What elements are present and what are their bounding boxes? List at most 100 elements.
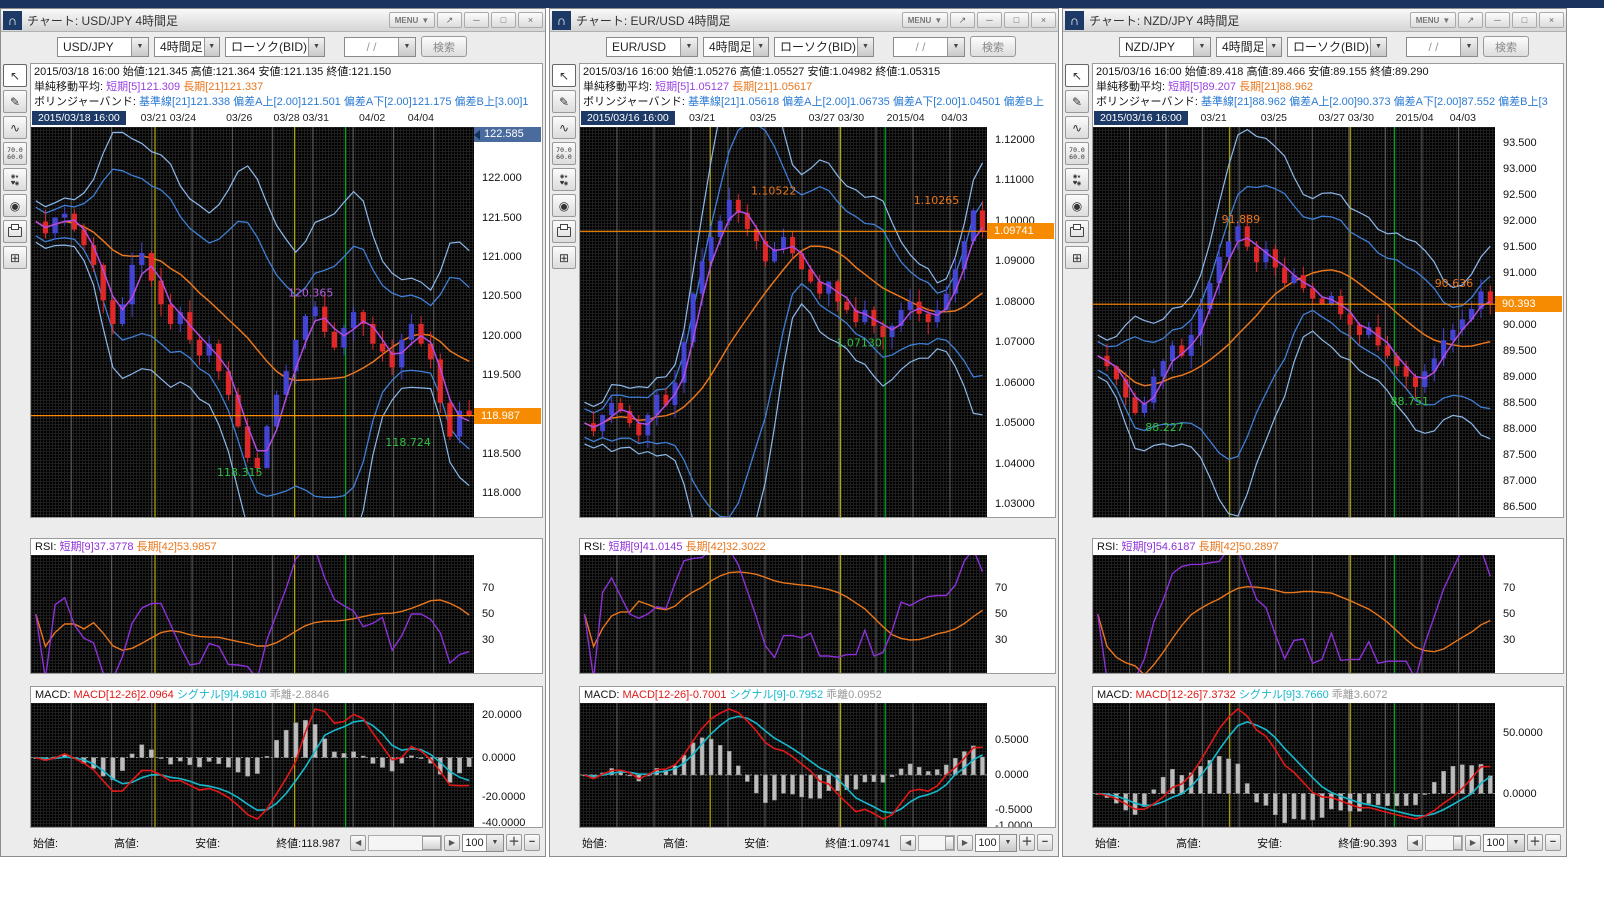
app-logo-icon: ∩ — [552, 11, 571, 30]
macd-chart-plot[interactable] — [1093, 703, 1495, 827]
timeframe-select[interactable]: 4時間足▼ — [1216, 37, 1282, 57]
search-button[interactable]: 検索 — [1483, 36, 1529, 57]
window-titlebar[interactable]: ∩ チャート: NZD/JPY 4時間足 MENU▼ ↗ ─ □ × — [1063, 9, 1566, 32]
cursor-tool-button[interactable]: ↖ — [3, 64, 27, 87]
maximize-button[interactable]: □ — [1512, 12, 1537, 28]
zoom-out-button[interactable]: − — [524, 834, 540, 851]
chevron-down-icon: ▼ — [308, 38, 324, 56]
scale-tool-button[interactable]: 70.060.0 — [1065, 142, 1089, 165]
draw-tool-button[interactable]: ✎ — [3, 90, 27, 113]
search-button[interactable]: 検索 — [970, 36, 1016, 57]
scrollbar-thumb[interactable] — [422, 836, 441, 850]
chevron-down-icon: ▼ — [204, 38, 219, 56]
macd-chart-plot[interactable] — [31, 703, 474, 827]
titlebar-buttons: MENU▼ ↗ ─ □ × — [389, 12, 543, 28]
draw-tool-button[interactable]: ✎ — [552, 90, 576, 113]
zoom-in-button[interactable]: ＋ — [1019, 834, 1035, 851]
minimize-button[interactable]: ─ — [1485, 12, 1510, 28]
pair-select[interactable]: NZD/JPY▼ — [1119, 37, 1211, 57]
bar-count-select[interactable]: 100▼ — [975, 834, 1017, 852]
window-titlebar[interactable]: ∩ チャート: EUR/USD 4時間足 MENU▼ ↗ ─ □ × — [550, 9, 1058, 32]
rsi-chart-plot[interactable] — [1093, 555, 1495, 673]
cursor-tool-button[interactable]: ↖ — [552, 64, 576, 87]
macd-chart-plot[interactable] — [580, 703, 987, 827]
chart-scrollbar[interactable] — [1425, 835, 1463, 851]
maximize-button[interactable]: □ — [1004, 12, 1029, 28]
rsi-chart-plot[interactable] — [580, 555, 987, 673]
layout-tool-button[interactable]: ⊞ — [552, 246, 576, 269]
date-input[interactable]: / /▼ — [893, 37, 965, 57]
date-input[interactable]: / /▼ — [1406, 37, 1478, 57]
close-button[interactable]: × — [1539, 12, 1564, 28]
chart-style-select[interactable]: ローソク(BID)▼ — [225, 37, 325, 57]
main-chart-plot[interactable]: 1.105221.102651.07130 — [580, 127, 987, 517]
print-tool-button[interactable] — [3, 220, 27, 243]
indicator-tool-button[interactable]: ∿ — [3, 116, 27, 139]
minimize-button[interactable]: ─ — [977, 12, 1002, 28]
scale-tool-button[interactable]: 70.060.0 — [3, 142, 27, 165]
close-button[interactable]: × — [518, 12, 543, 28]
rsi-chart-plot[interactable] — [31, 555, 474, 673]
close-button[interactable]: × — [1031, 12, 1056, 28]
scroll-left-button[interactable]: ◀ — [900, 835, 916, 851]
zoom-in-button[interactable]: ＋ — [506, 834, 522, 851]
bar-count-select[interactable]: 100▼ — [462, 834, 504, 852]
minimize-button[interactable]: ─ — [464, 12, 489, 28]
visibility-tool-button[interactable]: ◉ — [552, 194, 576, 217]
chart-scrollbar[interactable] — [368, 835, 442, 851]
layout-tool-button[interactable]: ⊞ — [1065, 246, 1089, 269]
objects-tool-button[interactable]: ◉★♥◉ — [1065, 168, 1089, 191]
chart-style-select[interactable]: ローソク(BID)▼ — [774, 37, 874, 57]
zoom-in-button[interactable]: ＋ — [1527, 834, 1543, 851]
popout-button[interactable]: ↗ — [1458, 12, 1483, 28]
rsi-tick-label: 50 — [1503, 607, 1515, 621]
indicator-tool-button[interactable]: ∿ — [1065, 116, 1089, 139]
popout-button[interactable]: ↗ — [437, 12, 462, 28]
window-content: 2015/03/16 16:00 始値:89.418 高値:89.466 安値:… — [1092, 63, 1564, 853]
popout-button[interactable]: ↗ — [950, 12, 975, 28]
main-chart-plot[interactable]: 91.88990.63688.75188.227 — [1093, 127, 1495, 517]
price-axis[interactable]: 93.50093.00092.50092.00091.50091.00090.0… — [1495, 127, 1563, 517]
pair-select[interactable]: EUR/USD▼ — [606, 37, 698, 57]
print-tool-button[interactable] — [1065, 220, 1089, 243]
maximize-icon: □ — [1522, 15, 1527, 25]
timeframe-select[interactable]: 4時間足▼ — [154, 37, 220, 57]
main-chart-plot[interactable]: 120.365118.724118.315 — [31, 127, 474, 517]
cursor-tool-button[interactable]: ↖ — [1065, 64, 1089, 87]
menu-button[interactable]: MENU▼ — [1410, 12, 1456, 28]
price-axis[interactable]: 1.120001.110001.100001.090001.080001.070… — [987, 127, 1055, 517]
draw-tool-button[interactable]: ✎ — [1065, 90, 1089, 113]
objects-tool-button[interactable]: ◉★♥◉ — [552, 168, 576, 191]
maximize-button[interactable]: □ — [491, 12, 516, 28]
date-input[interactable]: / /▼ — [344, 37, 416, 57]
indicator-tool-button[interactable]: ∿ — [552, 116, 576, 139]
scroll-right-button[interactable]: ▶ — [957, 835, 973, 851]
window-titlebar[interactable]: ∩ チャート: USD/JPY 4時間足 MENU▼ ↗ ─ □ × — [1, 9, 545, 32]
zoom-out-button[interactable]: − — [1545, 834, 1561, 851]
chart-style-select[interactable]: ローソク(BID)▼ — [1287, 37, 1387, 57]
ohlc-readout: 2015/03/16 16:00 始値:1.05276 高値:1.05527 安… — [583, 65, 1052, 80]
layout-tool-button[interactable]: ⊞ — [3, 246, 27, 269]
scroll-left-button[interactable]: ◀ — [1407, 835, 1423, 851]
bar-count-select[interactable]: 100▼ — [1483, 834, 1525, 852]
menu-button[interactable]: MENU▼ — [389, 12, 435, 28]
zoom-out-button[interactable]: − — [1037, 834, 1053, 851]
print-tool-button[interactable] — [552, 220, 576, 243]
scrollbar-thumb[interactable] — [945, 836, 954, 850]
search-button[interactable]: 検索 — [421, 36, 467, 57]
scroll-left-button[interactable]: ◀ — [350, 835, 366, 851]
chart-scrollbar[interactable] — [918, 835, 955, 851]
rsi-tick-label: 30 — [482, 633, 494, 647]
menu-button[interactable]: MENU▼ — [902, 12, 948, 28]
timeframe-select[interactable]: 4時間足▼ — [703, 37, 769, 57]
pair-select[interactable]: USD/JPY▼ — [57, 37, 149, 57]
objects-tool-button[interactable]: ◉★♥◉ — [3, 168, 27, 191]
visibility-tool-button[interactable]: ◉ — [3, 194, 27, 217]
scale-tool-button[interactable]: 70.060.0 — [552, 142, 576, 165]
scroll-right-button[interactable]: ▶ — [1465, 835, 1481, 851]
ohlc-readout: 2015/03/16 16:00 始値:89.418 高値:89.466 安値:… — [1096, 65, 1560, 80]
scrollbar-thumb[interactable] — [1453, 836, 1462, 850]
scroll-right-button[interactable]: ▶ — [444, 835, 460, 851]
visibility-tool-button[interactable]: ◉ — [1065, 194, 1089, 217]
price-axis[interactable]: 122.000121.500121.000120.500120.000119.5… — [474, 127, 542, 517]
